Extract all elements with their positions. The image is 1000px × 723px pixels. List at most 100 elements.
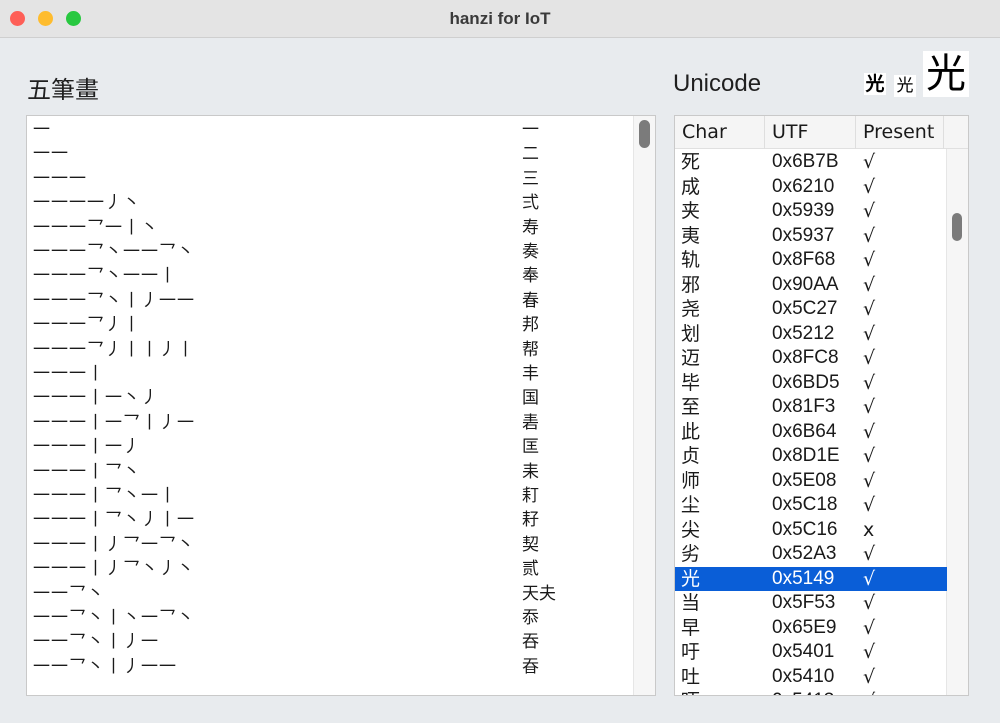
stroke-list-item[interactable]: 一一乛丶丨丶一乛丶 忝 — [33, 606, 633, 630]
table-row[interactable]: 吁 0x5401 √ — [675, 640, 947, 665]
cell-utf: 0x5149 — [772, 567, 835, 589]
cell-present: √ — [863, 665, 876, 688]
table-row[interactable]: 邪 0x90AA √ — [675, 273, 947, 298]
table-row[interactable]: 夹 0x5939 √ — [675, 199, 947, 224]
stroke-list-item[interactable]: 一一一乛一丨丶 寿 — [33, 216, 633, 240]
zoom-button[interactable] — [66, 11, 81, 26]
matching-chars: 吞 — [522, 632, 539, 653]
cell-utf: 0x90AA — [772, 273, 839, 295]
stroke-list-item[interactable]: 一一一乛丶一一丨 奉 — [33, 264, 633, 288]
stroke-list-item[interactable]: 一一一乛丿丨丨丿丨 帮 — [33, 338, 633, 362]
cell-present: √ — [863, 175, 876, 198]
stroke-list-item[interactable]: 一一一乛丿丨 邦 — [33, 313, 633, 337]
table-header: Char UTF Present — [675, 116, 968, 149]
table-row[interactable]: 夷 0x5937 √ — [675, 224, 947, 249]
preview-large: 光 — [923, 51, 969, 97]
cell-utf: 0x5C18 — [772, 494, 838, 515]
cell-utf: 0x5E08 — [772, 469, 837, 491]
table-row[interactable]: 师 0x5E08 √ — [675, 469, 947, 494]
table-row[interactable]: 至 0x81F3 √ — [675, 395, 947, 420]
column-header-utf[interactable]: UTF — [765, 116, 856, 149]
matching-chars: 契 — [522, 534, 539, 555]
stroke-list-item[interactable]: 一一一丨一乛丨丿一 砉 — [33, 411, 633, 435]
column-header-char[interactable]: Char — [675, 116, 765, 149]
table-row[interactable]: 尧 0x5C27 √ — [675, 297, 947, 322]
cell-present: √ — [863, 347, 876, 369]
cell-char: 吐 — [681, 665, 701, 688]
table-row[interactable]: 毕 0x6BD5 √ — [675, 371, 947, 396]
unicode-heading: Unicode — [673, 70, 762, 97]
table-row[interactable]: 划 0x5212 √ — [675, 322, 947, 347]
matching-chars: 耓 — [522, 486, 539, 506]
table-row[interactable]: 此 0x6B64 √ — [675, 420, 947, 445]
stroke-sequence: 一一一乛丶丨丿一一 — [33, 290, 195, 311]
unicode-table[interactable]: Char UTF Present 死 0x6B7B √ 成 0x6210 √ 夹 0x5939… — [674, 115, 969, 696]
table-row[interactable]: 成 0x6210 √ — [675, 175, 947, 200]
cell-char: 尘 — [681, 494, 701, 516]
stroke-sequence: 一一乛丶丨丿一一 — [33, 656, 177, 677]
table-row[interactable]: 当 0x5F53 √ — [675, 591, 947, 616]
stroke-list-item[interactable]: 一一一丨乛丶 耒 — [33, 460, 633, 484]
minimize-button[interactable] — [38, 11, 53, 26]
table-row[interactable]: 死 0x6B7B √ — [675, 150, 947, 175]
table-row[interactable]: 尘 0x5C18 √ — [675, 493, 947, 518]
matching-chars: 奉 — [522, 266, 539, 287]
stroke-list-item[interactable]: 一一一乛丶丨丿一一 春 — [33, 289, 633, 313]
cell-present: √ — [863, 420, 876, 443]
stroke-sequence: 一一一丨乛丶 — [33, 461, 141, 482]
stroke-list-item[interactable]: 一一 — [33, 118, 633, 142]
table-row[interactable]: 贞 0x8D1E √ — [675, 444, 947, 469]
stroke-sequence: 一一一丨丿乛一乛丶 — [33, 534, 195, 555]
cell-char: 夹 — [681, 200, 701, 222]
table-row[interactable]: 早 0x65E9 √ — [675, 616, 947, 641]
cell-char: 早 — [681, 616, 701, 639]
matching-chars: 天夫 — [522, 583, 556, 604]
table-row[interactable]: 尖 0x5C16 x — [675, 518, 947, 543]
cell-present: √ — [863, 151, 876, 173]
stroke-sequence: 一一一丨乛丶丿丨一 — [33, 510, 195, 531]
table-row[interactable]: 光 0x5149 √ — [675, 566, 947, 591]
cell-utf: 0x5413 — [772, 689, 834, 695]
stroke-list[interactable]: 一一一一二一一一三一一一一丿丶弍一一一乛一丨丶寿一一一乛丶一一乛丶奏一一一乛丶一… — [26, 115, 656, 696]
stroke-list-item[interactable]: 一一一丨丿乛一乛丶 契 — [33, 533, 633, 557]
column-header-present[interactable]: Present — [856, 116, 944, 149]
table-row[interactable]: 迈 0x8FC8 √ — [675, 346, 947, 371]
cell-utf: 0x81F3 — [772, 396, 836, 417]
stroke-sequence: 一一一乛丶一一丨 — [33, 266, 177, 287]
table-row[interactable]: 吐 0x5410 √ — [675, 665, 947, 690]
stroke-sequence: 一一一乛丿丨丨丿丨 — [33, 339, 195, 360]
stroke-list-item[interactable]: 一一一丨乛丶丿丨一 耔 — [33, 508, 633, 532]
stroke-list-item[interactable]: 一一乛丶丨丿一一 昋 — [33, 655, 633, 679]
stroke-list-item[interactable]: 一一一丨一丶丿 国 — [33, 386, 633, 410]
stroke-sequence: 一一一丨 — [33, 364, 105, 384]
table-row[interactable]: 吓 0x5413 √ — [675, 689, 947, 695]
stroke-list-scrollbar[interactable] — [633, 116, 655, 695]
cell-utf: 0x6BD5 — [772, 371, 840, 393]
table-row[interactable]: 轨 0x8F68 √ — [675, 248, 947, 273]
stroke-sequence: 一一 — [33, 144, 69, 165]
close-button[interactable] — [10, 11, 25, 26]
stroke-list-item[interactable]: 一一一丨丿乛丶丿丶 贰 — [33, 557, 633, 581]
scroll-thumb[interactable] — [639, 120, 650, 148]
stroke-list-item[interactable]: 一一一丨 丰 — [33, 362, 633, 386]
stroke-list-item[interactable]: 一一 二 — [33, 142, 633, 166]
stroke-list-item[interactable]: 一一一一丿丶 弍 — [33, 191, 633, 215]
cell-char: 贞 — [681, 445, 701, 467]
table-scrollbar[interactable] — [946, 149, 968, 695]
scroll-thumb[interactable] — [952, 213, 962, 241]
cell-char: 此 — [681, 420, 701, 443]
window-title: hanzi for IoT — [449, 9, 551, 28]
table-row[interactable]: 劣 0x52A3 √ — [675, 542, 947, 567]
stroke-list-item[interactable]: 一一乛丶丨丿一 吞 — [33, 630, 633, 654]
cell-present: √ — [863, 298, 876, 320]
stroke-list-item[interactable]: 一一一 三 — [33, 167, 633, 191]
strokes-heading: 五筆畫 — [27, 76, 99, 104]
cell-char: 吓 — [681, 689, 700, 695]
matching-chars: 寿 — [522, 217, 539, 238]
stroke-list-item[interactable]: 一一一丨乛丶一丨 耓 — [33, 484, 633, 508]
stroke-sequence: 一一一丨乛丶一丨 — [33, 486, 177, 506]
stroke-list-item[interactable]: 一一乛丶 天夫 — [33, 582, 633, 606]
stroke-list-item[interactable]: 一一一丨一丿 匡 — [33, 435, 633, 459]
stroke-sequence: 一一一丨一丶丿 — [33, 388, 159, 409]
stroke-list-item[interactable]: 一一一乛丶一一乛丶 奏 — [33, 240, 633, 264]
